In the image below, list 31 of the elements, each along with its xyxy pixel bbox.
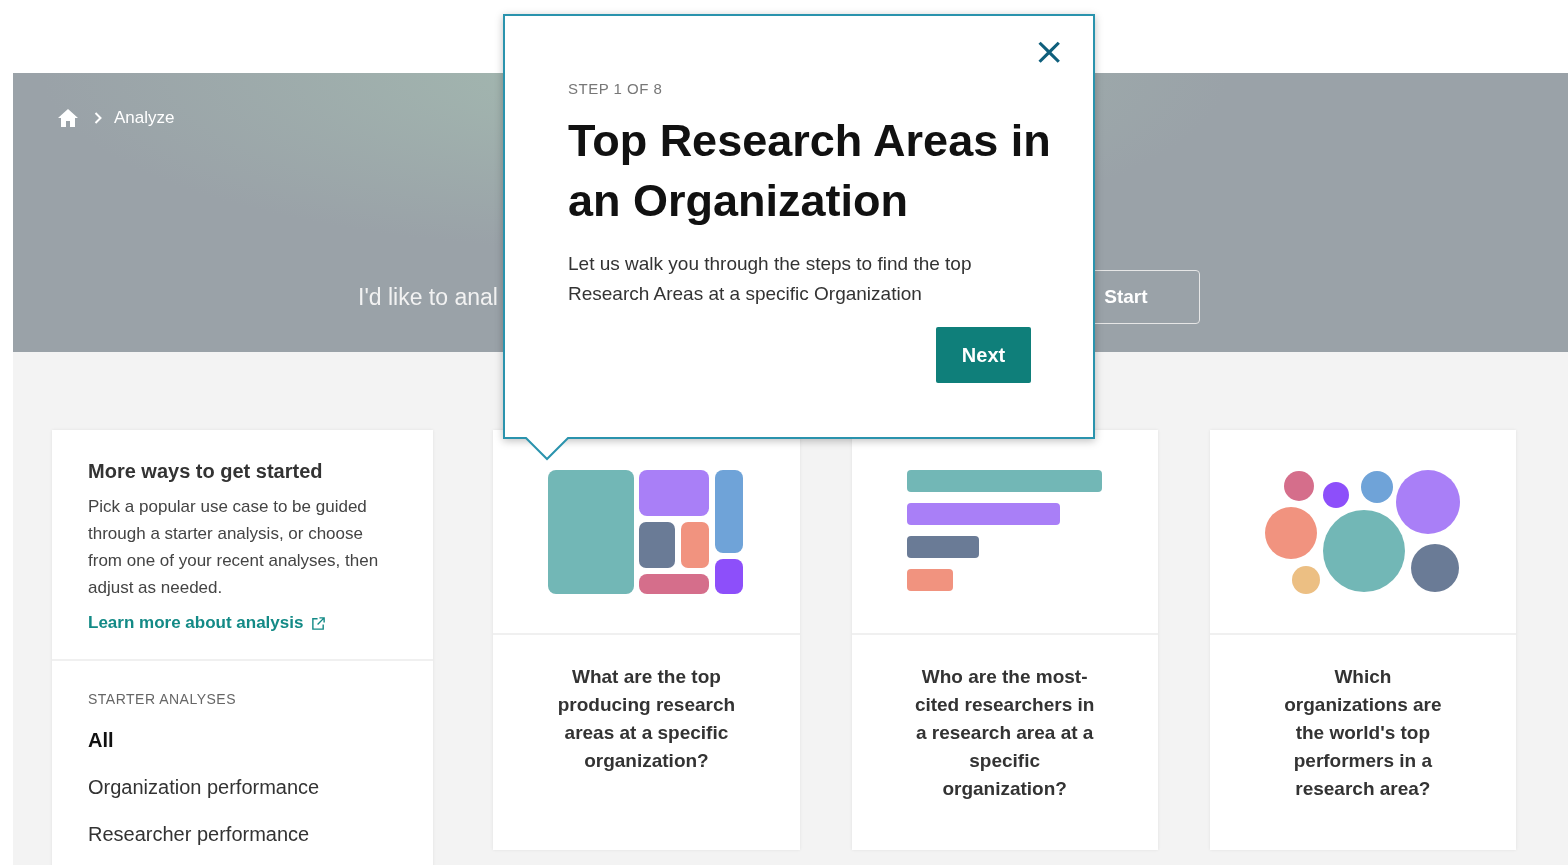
card-question: What are the top producing research areas at a specific organization?	[556, 665, 737, 773]
close-button[interactable]: ×	[1029, 34, 1069, 68]
starter-category-item[interactable]: Researcher performance	[88, 823, 398, 846]
home-icon[interactable]	[58, 109, 78, 127]
starter-category-item[interactable]: All	[88, 729, 398, 752]
bubble	[1264, 507, 1317, 559]
popover-title: Top Research Areas in an Organization	[568, 114, 1052, 228]
bubble	[1360, 471, 1393, 503]
external-link-icon	[311, 615, 327, 631]
sidebar-description: Pick a popular use case to be guided through a starter analysis, or choose from one of your recent analyses, then adjust as needed.	[88, 496, 380, 599]
sidebar-heading: More ways to get started	[88, 460, 324, 483]
bubble	[1322, 482, 1349, 508]
bubble	[1395, 470, 1460, 534]
chevron-right-icon	[94, 112, 102, 124]
bubble	[1283, 471, 1314, 501]
bubble	[1410, 544, 1459, 592]
section-label: STARTER ANALYSES	[88, 691, 238, 707]
analysis-card[interactable]: Who are the most-cited researchers in a research area at a specific organization?	[851, 430, 1158, 850]
next-button[interactable]: Next	[936, 327, 1031, 383]
bubble	[1291, 566, 1320, 594]
popover-body: Let us walk you through the steps to find the top Research Areas at a specific Organization	[568, 252, 973, 306]
bar	[906, 569, 953, 591]
card-question: Who are the most-cited researchers in a research area at a specific organization?	[914, 665, 1095, 801]
card-question: Which organizations are the world's top performers in a research area?	[1283, 665, 1443, 801]
analysis-card[interactable]: What are the top producing research areas at a specific organization?	[493, 430, 800, 850]
breadcrumb-current: Analyze	[114, 108, 175, 128]
analyze-prompt-text: I'd like to anal	[358, 283, 498, 311]
analysis-card[interactable]: Which organizations are the world's top performers in a research area?	[1209, 430, 1516, 850]
step-counter: STEP 1 OF 8	[568, 80, 664, 97]
starter-category-item[interactable]: Organization performance	[88, 776, 398, 799]
learn-more-link[interactable]: Learn more about analysis	[88, 613, 327, 633]
